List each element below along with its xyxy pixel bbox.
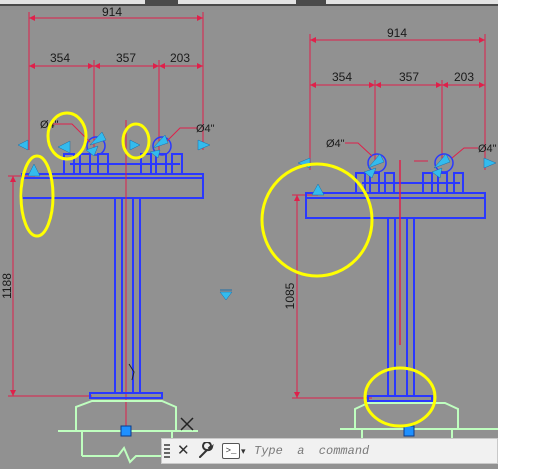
chevron-down-icon[interactable]: ▾ [241, 446, 246, 457]
right-label-diameter-left-view: Ø4" [196, 123, 215, 135]
right-base-plate[interactable] [367, 395, 433, 402]
left-nozzles[interactable] [63, 153, 183, 175]
left-column[interactable] [114, 198, 141, 394]
command-input[interactable] [254, 442, 494, 460]
left-dim-seg3: 203 [170, 51, 190, 65]
right-view: 914 354 357 203 1085 Ø4" Ø4" [260, 26, 498, 460]
close-icon[interactable]: ✕ [177, 442, 190, 460]
right-leaders [345, 142, 478, 162]
right-dim-seg1: 354 [332, 70, 352, 84]
right-dim-height [292, 194, 372, 399]
left-top-plate[interactable] [21, 173, 204, 199]
right-dim-seg3: 203 [454, 70, 474, 84]
command-line-bar: ✕ >_ ▾ [161, 438, 498, 464]
left-dim-height-text: 1188 [0, 273, 14, 299]
wrench-icon[interactable] [197, 442, 215, 460]
right-label-diameter-right: Ø4" [478, 143, 497, 155]
right-dim-height-text: 1085 [283, 282, 297, 309]
crosshair-icon [180, 417, 194, 431]
right-label-diameter-left: Ø4" [326, 138, 345, 150]
command-prompt-icon[interactable]: >_ [222, 443, 240, 459]
left-view: 914 354 357 203 1188 Ø4" Ø4" [0, 5, 233, 464]
right-dim-seg2: 357 [399, 70, 419, 84]
left-dim-seg1: 354 [50, 51, 70, 65]
left-dim-seg2: 357 [116, 51, 136, 65]
drawing-viewport[interactable]: 914 354 357 203 1188 Ø4" Ø4" 914 354 357… [0, 0, 498, 469]
right-grips[interactable] [297, 153, 497, 196]
left-dim-segments [29, 60, 203, 150]
cad-drawing[interactable]: 914 354 357 203 1188 Ø4" Ø4" 914 354 357… [0, 0, 498, 469]
drag-handle-icon[interactable] [164, 444, 170, 460]
right-dim-overall-text: 914 [387, 26, 407, 40]
right-ucs-origin[interactable] [403, 425, 415, 437]
left-dim-overall-text: 914 [102, 5, 122, 19]
left-ucs-origin[interactable] [120, 425, 132, 437]
right-top-plate[interactable] [305, 192, 486, 219]
